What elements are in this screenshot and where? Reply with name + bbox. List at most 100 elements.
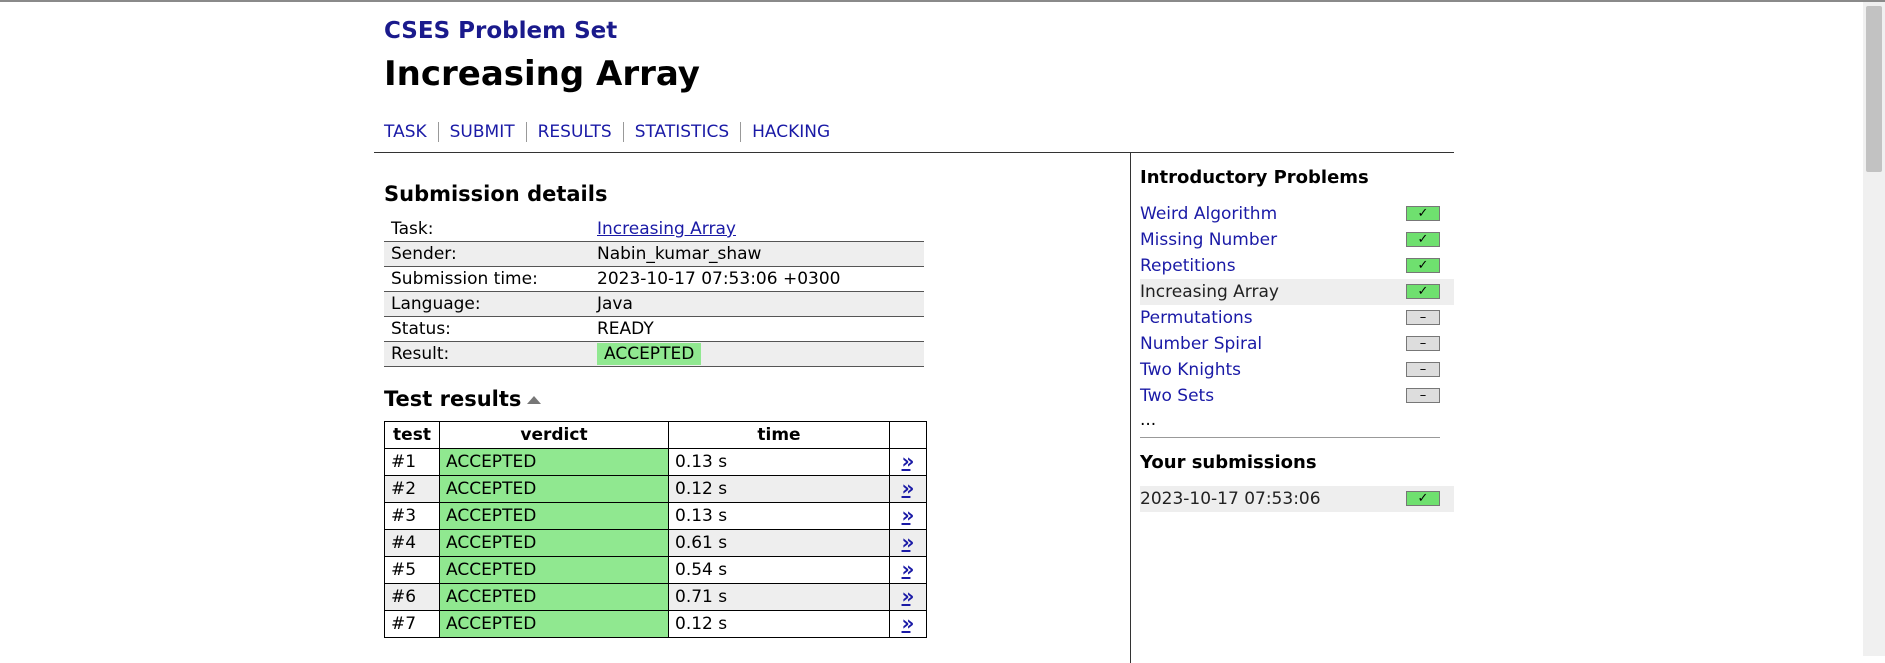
test-number: #4 <box>384 529 440 557</box>
result-badge: ACCEPTED <box>597 343 702 365</box>
header-divider <box>374 152 1454 153</box>
test-number: #1 <box>384 448 440 476</box>
details-label: Sender: <box>384 241 590 267</box>
details-value: Nabin_kumar_shaw <box>590 241 924 267</box>
test-number: #6 <box>384 583 440 611</box>
problem-link[interactable]: Permutations <box>1140 308 1253 328</box>
more-problems: ... <box>1140 410 1157 430</box>
col-time: time <box>668 421 890 449</box>
submission-details-table: Task: Increasing Array Sender: Nabin_kum… <box>384 217 924 367</box>
problem-link[interactable]: Number Spiral <box>1140 334 1262 354</box>
sidebar: Introductory Problems Weird Algorithm ✓ Mi… <box>1140 167 1454 512</box>
nav-results[interactable]: RESULTS <box>538 122 612 142</box>
problem-link[interactable]: Two Knights <box>1140 360 1241 380</box>
dash-icon: – <box>1406 388 1440 403</box>
details-row: Status: READY <box>384 316 924 342</box>
test-results-table: test verdict time #1 ACCEPTED 0.13 s» #2 ACC… <box>384 421 927 638</box>
sidebar-problem-item[interactable]: Increasing Array ✓ <box>1140 279 1454 305</box>
test-time: 0.54 s <box>668 556 890 584</box>
dash-icon: – <box>1406 310 1440 325</box>
details-row: Submission time: 2023-10-17 07:53:06 +03… <box>384 266 924 292</box>
sidebar-problem-item[interactable]: Number Spiral – <box>1140 331 1454 357</box>
test-time: 0.71 s <box>668 583 890 611</box>
sidebar-section-title: Introductory Problems <box>1140 167 1369 188</box>
sidebar-problem-item[interactable]: Repetitions ✓ <box>1140 253 1454 279</box>
details-label: Task: <box>384 217 590 242</box>
details-label: Result: <box>384 341 590 367</box>
table-row: #5 ACCEPTED 0.54 s » <box>384 556 927 584</box>
test-verdict: ACCEPTED <box>439 502 669 530</box>
submission-item[interactable]: 2023-10-17 07:53:06 ✓ <box>1140 486 1454 512</box>
table-row: #4 ACCEPTED 0.61 s » <box>384 529 927 557</box>
test-number: #3 <box>384 502 440 530</box>
check-icon: ✓ <box>1406 206 1440 221</box>
test-link-cell: » <box>889 448 927 476</box>
problem-link[interactable]: Missing Number <box>1140 230 1277 250</box>
nav-submit[interactable]: SUBMIT <box>450 122 515 142</box>
view-test-icon[interactable]: » <box>902 505 915 525</box>
test-results-heading[interactable]: Test results <box>384 387 542 411</box>
test-link-cell: » <box>889 556 927 584</box>
sidebar-problem-item[interactable]: Missing Number ✓ <box>1140 227 1454 253</box>
collapse-arrow-icon[interactable] <box>527 396 542 404</box>
sidebar-problem-item[interactable]: Two Sets – <box>1140 383 1454 409</box>
vertical-scrollbar[interactable] <box>1863 2 1885 656</box>
nav-task[interactable]: TASK <box>384 122 427 142</box>
sidebar-problem-item[interactable]: Two Knights – <box>1140 357 1454 383</box>
task-nav: TASK SUBMIT RESULTS STATISTICS HACKING <box>384 122 830 142</box>
view-test-icon[interactable]: » <box>902 478 915 498</box>
problem-list: Weird Algorithm ✓ Missing Number ✓ Repetitio… <box>1140 201 1454 409</box>
col-verdict: verdict <box>439 421 669 449</box>
dash-icon: – <box>1406 336 1440 351</box>
sidebar-divider-line <box>1140 437 1440 438</box>
page-title: Increasing Array <box>384 54 700 94</box>
site-title[interactable]: CSES Problem Set <box>384 18 617 44</box>
problem-link[interactable]: Repetitions <box>1140 256 1236 276</box>
table-row: #7 ACCEPTED 0.12 s » <box>384 610 927 638</box>
check-icon: ✓ <box>1406 284 1440 299</box>
test-number: #5 <box>384 556 440 584</box>
test-link-cell: » <box>889 610 927 638</box>
nav-separator <box>740 122 742 142</box>
nav-separator <box>437 122 439 142</box>
col-link <box>889 421 927 449</box>
details-row: Sender: Nabin_kumar_shaw <box>384 241 924 267</box>
test-verdict: ACCEPTED <box>439 529 669 557</box>
view-test-icon[interactable]: » <box>902 559 915 579</box>
details-row: Task: Increasing Array <box>384 217 924 242</box>
table-row: #3 ACCEPTED 0.13 s » <box>384 502 927 530</box>
details-value: Java <box>590 291 924 317</box>
test-link-cell: » <box>889 583 927 611</box>
test-verdict: ACCEPTED <box>439 475 669 503</box>
table-row: #6 ACCEPTED 0.71 s » <box>384 583 927 611</box>
nav-hacking[interactable]: HACKING <box>752 122 830 142</box>
test-link-cell: » <box>889 475 927 503</box>
sidebar-problem-item[interactable]: Permutations – <box>1140 305 1454 331</box>
col-test: test <box>384 421 440 449</box>
test-time: 0.12 s <box>668 475 890 503</box>
details-label: Language: <box>384 291 590 317</box>
submission-details-heading: Submission details <box>384 182 608 206</box>
test-number: #2 <box>384 475 440 503</box>
nav-statistics[interactable]: STATISTICS <box>635 122 729 142</box>
problem-link[interactable]: Increasing Array <box>1140 282 1279 302</box>
dash-icon: – <box>1406 362 1440 377</box>
sidebar-divider <box>1130 153 1131 663</box>
details-row: Result: ACCEPTED <box>384 341 924 367</box>
test-link-cell: » <box>889 529 927 557</box>
scrollbar-thumb[interactable] <box>1866 6 1882 172</box>
nav-separator <box>622 122 624 142</box>
results-header-row: test verdict time <box>384 421 927 449</box>
view-test-icon[interactable]: » <box>902 586 915 606</box>
view-test-icon[interactable]: » <box>902 451 915 471</box>
view-test-icon[interactable]: » <box>902 613 915 633</box>
submission-time[interactable]: 2023-10-17 07:53:06 <box>1140 489 1321 509</box>
test-number: #7 <box>384 610 440 638</box>
your-submissions-title: Your submissions <box>1140 452 1317 473</box>
task-link[interactable]: Increasing Array <box>597 219 736 239</box>
view-test-icon[interactable]: » <box>902 532 915 552</box>
sidebar-problem-item[interactable]: Weird Algorithm ✓ <box>1140 201 1454 227</box>
test-results-heading-text: Test results <box>384 387 522 411</box>
problem-link[interactable]: Weird Algorithm <box>1140 204 1277 224</box>
problem-link[interactable]: Two Sets <box>1140 386 1214 406</box>
